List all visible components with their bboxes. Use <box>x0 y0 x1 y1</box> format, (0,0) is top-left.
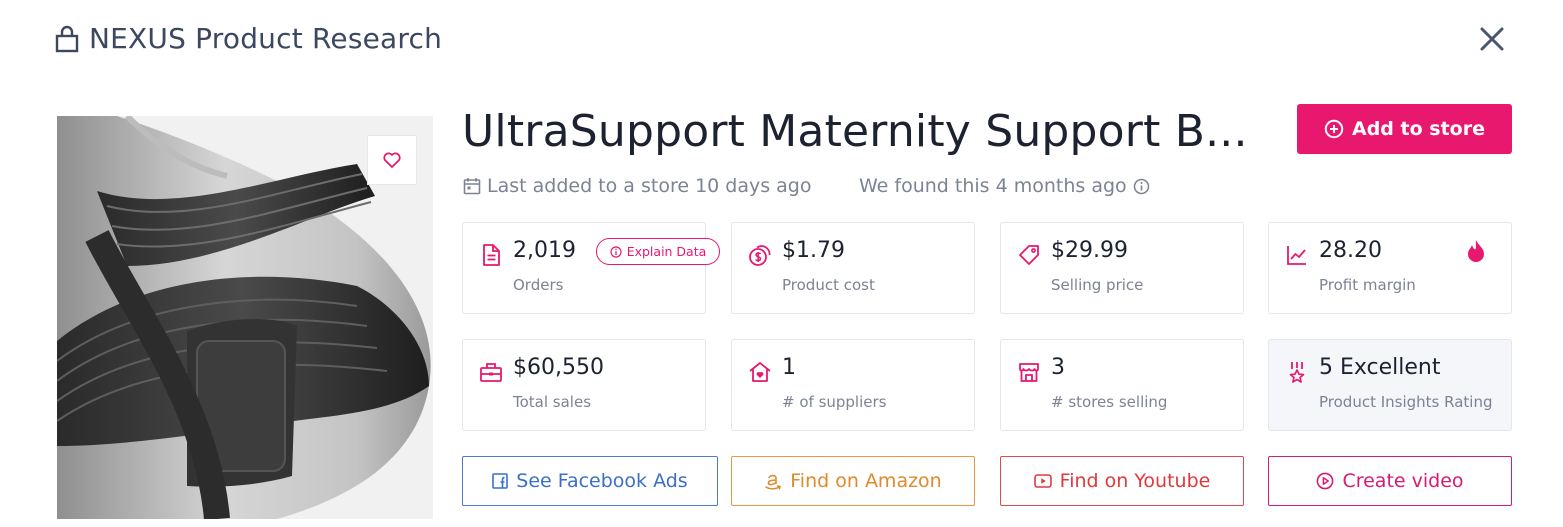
info-icon <box>610 245 622 258</box>
explain-data-button[interactable]: Explain Data <box>596 238 720 265</box>
register-icon <box>480 363 502 382</box>
coins-icon <box>749 245 771 266</box>
see-facebook-ads-button[interactable]: See Facebook Ads <box>462 456 718 506</box>
modal-header: NEXUS Product Research <box>55 22 442 55</box>
stat-value: 2,019 <box>513 238 576 263</box>
find-on-amazon-button[interactable]: Find on Amazon <box>731 456 975 506</box>
create-video-label: Create video <box>1342 470 1464 492</box>
stat-value: $1.79 <box>782 238 845 263</box>
stat-value: 3 <box>1051 355 1065 380</box>
stat-value: 1 <box>782 355 796 380</box>
shopping-bag-icon <box>55 25 79 52</box>
trend-chart-icon <box>1287 246 1306 265</box>
stat-value: $60,550 <box>513 355 604 380</box>
create-video-button[interactable]: Create video <box>1268 456 1512 506</box>
amazon-label: Find on Amazon <box>790 470 942 492</box>
stat-card-stores-selling: 3 # stores selling <box>1000 339 1244 431</box>
find-on-youtube-button[interactable]: Find on Youtube <box>1000 456 1244 506</box>
add-to-store-button[interactable]: Add to store <box>1297 104 1512 154</box>
stat-label: Product cost <box>782 276 875 294</box>
calendar-icon <box>463 178 481 195</box>
facebook-icon <box>492 473 509 489</box>
stat-label: # of suppliers <box>782 393 887 411</box>
heart-icon <box>383 152 401 168</box>
add-to-store-label: Add to store <box>1352 118 1485 140</box>
last-added-info: Last added to a store 10 days ago <box>463 175 812 197</box>
stat-value: 5 Excellent <box>1319 355 1441 380</box>
amazon-icon <box>765 474 782 490</box>
stat-card-insights-rating: 5 Excellent Product Insights Rating <box>1268 339 1512 431</box>
found-text: We found this 4 months ago <box>859 175 1127 197</box>
stat-label: Total sales <box>513 393 592 411</box>
stat-label: Profit margin <box>1319 276 1416 294</box>
stat-card-orders: 2,019 Orders Explain Data <box>462 222 720 314</box>
fire-icon <box>1468 240 1484 262</box>
supplier-home-icon <box>749 362 771 382</box>
modal-title: NEXUS Product Research <box>89 22 443 55</box>
found-info: We found this 4 months ago <box>859 175 1150 197</box>
youtube-label: Find on Youtube <box>1059 470 1211 492</box>
facebook-label: See Facebook Ads <box>516 470 688 492</box>
stat-label: # stores selling <box>1051 393 1168 411</box>
close-icon[interactable] <box>1477 24 1507 54</box>
price-tag-icon <box>1019 245 1039 265</box>
award-icon <box>1289 362 1305 383</box>
favorite-button[interactable] <box>367 135 417 185</box>
play-circle-icon <box>1317 472 1334 490</box>
product-title: UltraSupport Maternity Support B... <box>462 106 1248 157</box>
explain-data-label: Explain Data <box>626 244 707 259</box>
store-icon <box>1019 363 1039 382</box>
stat-value: 28.20 <box>1319 238 1382 263</box>
stat-card-total-sales: $60,550 Total sales <box>462 339 706 431</box>
stat-card-selling-price: $29.99 Selling price <box>1000 222 1244 314</box>
stat-card-profit-margin: 28.20 Profit margin <box>1268 222 1512 314</box>
stat-card-product-cost: $1.79 Product cost <box>731 222 975 314</box>
stat-label: Product Insights Rating <box>1319 393 1493 411</box>
stat-card-suppliers: 1 # of suppliers <box>731 339 975 431</box>
last-added-text: Last added to a store 10 days ago <box>487 175 812 197</box>
youtube-icon <box>1033 474 1052 488</box>
stat-label: Selling price <box>1051 276 1144 294</box>
stat-value: $29.99 <box>1051 238 1128 263</box>
info-icon[interactable] <box>1133 178 1150 195</box>
plus-circle-icon <box>1324 119 1344 139</box>
stat-label: Orders <box>513 276 564 294</box>
document-icon <box>483 244 500 266</box>
